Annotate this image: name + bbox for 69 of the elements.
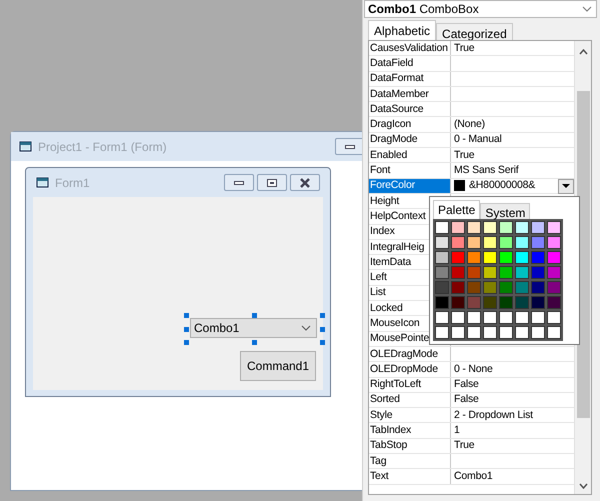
- property-field[interactable]: &H80000008&: [469, 179, 536, 192]
- tab[interactable]: Palette: [433, 200, 480, 219]
- property-value: True: [454, 42, 474, 55]
- property-name: Height: [370, 194, 400, 208]
- property-value: Combo1: [454, 470, 492, 483]
- property-name: OLEDragMode: [370, 348, 438, 361]
- property-name: DataFormat: [370, 72, 424, 86]
- property-name-cell[interactable]: OLEDragMode: [369, 346, 451, 362]
- property-name: TabStop: [370, 439, 408, 452]
- property-name: DragMode: [370, 133, 418, 146]
- property-value: 2 - Dropdown List: [454, 408, 533, 422]
- property-name-cell[interactable]: DataMember: [369, 86, 451, 102]
- property-name-cell[interactable]: DragIcon: [369, 117, 451, 132]
- property-name-cell[interactable]: OLEDropMode: [369, 362, 451, 377]
- tab[interactable]: Categorized: [436, 23, 513, 40]
- property-name: ItemData: [370, 256, 411, 269]
- property-name: Left: [370, 271, 387, 284]
- property-name: DragIcon: [370, 118, 412, 132]
- property-name: Style: [370, 408, 392, 422]
- property-name: RightToLeft: [370, 378, 421, 392]
- property-name-cell[interactable]: DataField: [369, 56, 451, 71]
- property-value: 1: [454, 424, 460, 438]
- property-name-cell[interactable]: Enabled: [369, 148, 451, 162]
- command-button[interactable]: Command1: [240, 351, 316, 381]
- tab[interactable]: Alphabetic: [368, 20, 436, 40]
- property-name-cell[interactable]: DragMode: [369, 132, 451, 148]
- property-name: Enabled: [370, 148, 408, 162]
- property-value: MS Sans Serif: [454, 164, 519, 178]
- property-value: 0 - None: [454, 362, 493, 376]
- property-name-cell[interactable]: ForeColor: [369, 178, 451, 193]
- property-value: False: [454, 378, 479, 392]
- property-value: True: [454, 439, 474, 452]
- property-name-cell[interactable]: Font: [369, 163, 451, 178]
- property-name: ForeColor: [370, 179, 415, 192]
- property-name: Locked: [370, 302, 403, 315]
- object-name: Combo1 ComboBox: [368, 1, 479, 18]
- property-name: IntegralHeig: [370, 240, 424, 254]
- property-name: HelpContext: [370, 210, 426, 223]
- property-name: DataSource: [370, 102, 424, 116]
- property-name: TabIndex: [370, 424, 412, 438]
- property-name: MousePointe: [370, 332, 430, 346]
- property-name-cell[interactable]: RightToLeft: [369, 378, 451, 392]
- property-name: Index: [370, 225, 395, 238]
- property-name: Sorted: [370, 393, 400, 406]
- property-name: Tag: [370, 454, 386, 468]
- form-title: Form1: [55, 174, 90, 192]
- property-name: Text: [370, 470, 388, 483]
- property-name: OLEDropMode: [370, 362, 438, 376]
- property-value: (None): [454, 118, 485, 132]
- property-name-cell[interactable]: Sorted: [369, 392, 451, 408]
- property-name-cell[interactable]: Text: [369, 469, 451, 484]
- object-dropdown[interactable]: Combo1 ComboBox: [364, 0, 597, 18]
- combo-box[interactable]: Combo1: [190, 318, 317, 338]
- property-name-cell[interactable]: Style: [369, 408, 451, 422]
- property-name: List: [370, 286, 386, 300]
- tab[interactable]: System: [480, 203, 530, 219]
- property-value: 0 - Manual: [454, 133, 502, 146]
- property-value: True: [454, 148, 474, 162]
- property-name: DataMember: [370, 88, 429, 101]
- property-value: False: [454, 393, 479, 406]
- property-name: DataField: [370, 56, 414, 70]
- property-name-cell[interactable]: TabIndex: [369, 423, 451, 438]
- property-name-cell[interactable]: TabStop: [369, 438, 451, 454]
- property-name-cell[interactable]: DataSource: [369, 102, 451, 116]
- property-name-cell[interactable]: Tag: [369, 454, 451, 468]
- window-title: Project1 - Form1 (Form): [38, 138, 167, 156]
- property-name: MouseIcon: [370, 316, 420, 330]
- property-name: Font: [370, 164, 390, 178]
- property-name-cell[interactable]: DataFormat: [369, 72, 451, 86]
